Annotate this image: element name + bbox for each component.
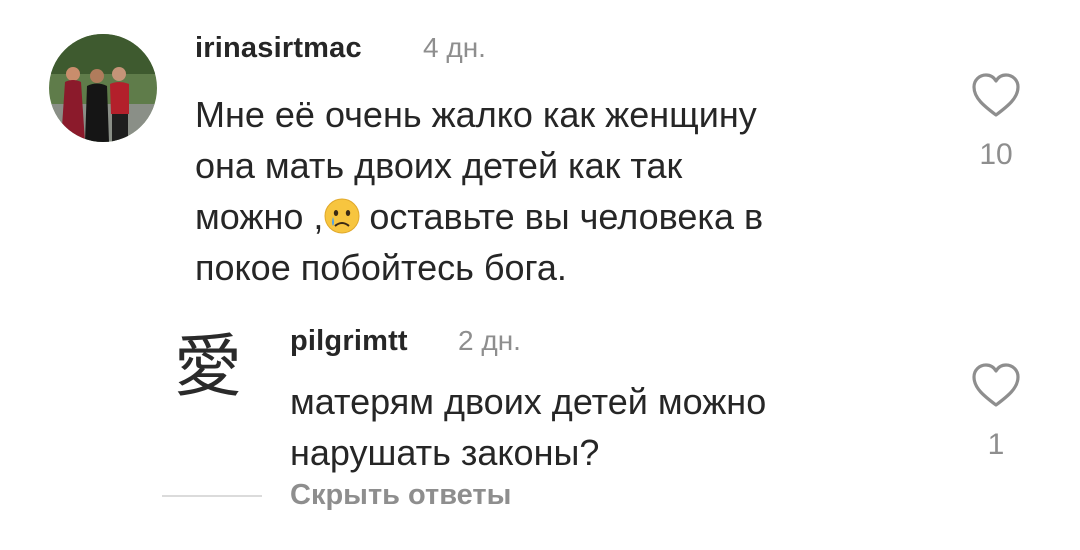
comment-text: Мне её очень жалко как женщину она мать …: [195, 89, 915, 293]
like-button[interactable]: [970, 362, 1022, 408]
reply-timestamp: 2 дн.: [458, 325, 521, 356]
reply-item: 愛 pilgrimtt 2 дн. матерям двоих детей мо…: [0, 300, 1080, 550]
comment-text-fragment: можно ,: [195, 196, 324, 237]
heart-outline-icon: [972, 73, 1020, 117]
avatar[interactable]: 愛: [175, 318, 245, 408]
comment-timestamp: 4 дн.: [423, 32, 486, 63]
avatar-glyph: 愛: [175, 328, 242, 407]
like-button[interactable]: [970, 72, 1022, 118]
avatar[interactable]: [49, 34, 157, 142]
like-count: 1: [987, 428, 1005, 461]
reply-username[interactable]: pilgrimtt: [290, 325, 408, 358]
comment-text-line: покое побойтесь бога.: [195, 247, 567, 288]
comment-username[interactable]: irinasirtmac: [195, 32, 362, 65]
heart-outline-icon: [972, 363, 1020, 407]
like-count: 10: [979, 138, 1013, 171]
crying-face-icon: [323, 197, 361, 235]
comment-text-line: Мне её очень жалко как женщину: [195, 94, 757, 135]
reply-text: матерям двоих детей можно нарушать закон…: [290, 376, 930, 478]
replies-divider: [162, 495, 262, 497]
comment-item: irinasirtmac 4 дн. Мне её очень жалко ка…: [0, 0, 1080, 300]
comment-text-line: она мать двоих детей как так: [195, 145, 683, 186]
reply-text-line: нарушать законы?: [290, 432, 600, 473]
hide-replies-button[interactable]: Скрыть ответы: [290, 479, 511, 512]
comment-text-fragment: оставьте вы человека в: [369, 196, 764, 237]
comment-text-line: можно , оставьте вы человека в: [195, 191, 915, 242]
reply-text-line: матерям двоих детей можно: [290, 381, 767, 422]
